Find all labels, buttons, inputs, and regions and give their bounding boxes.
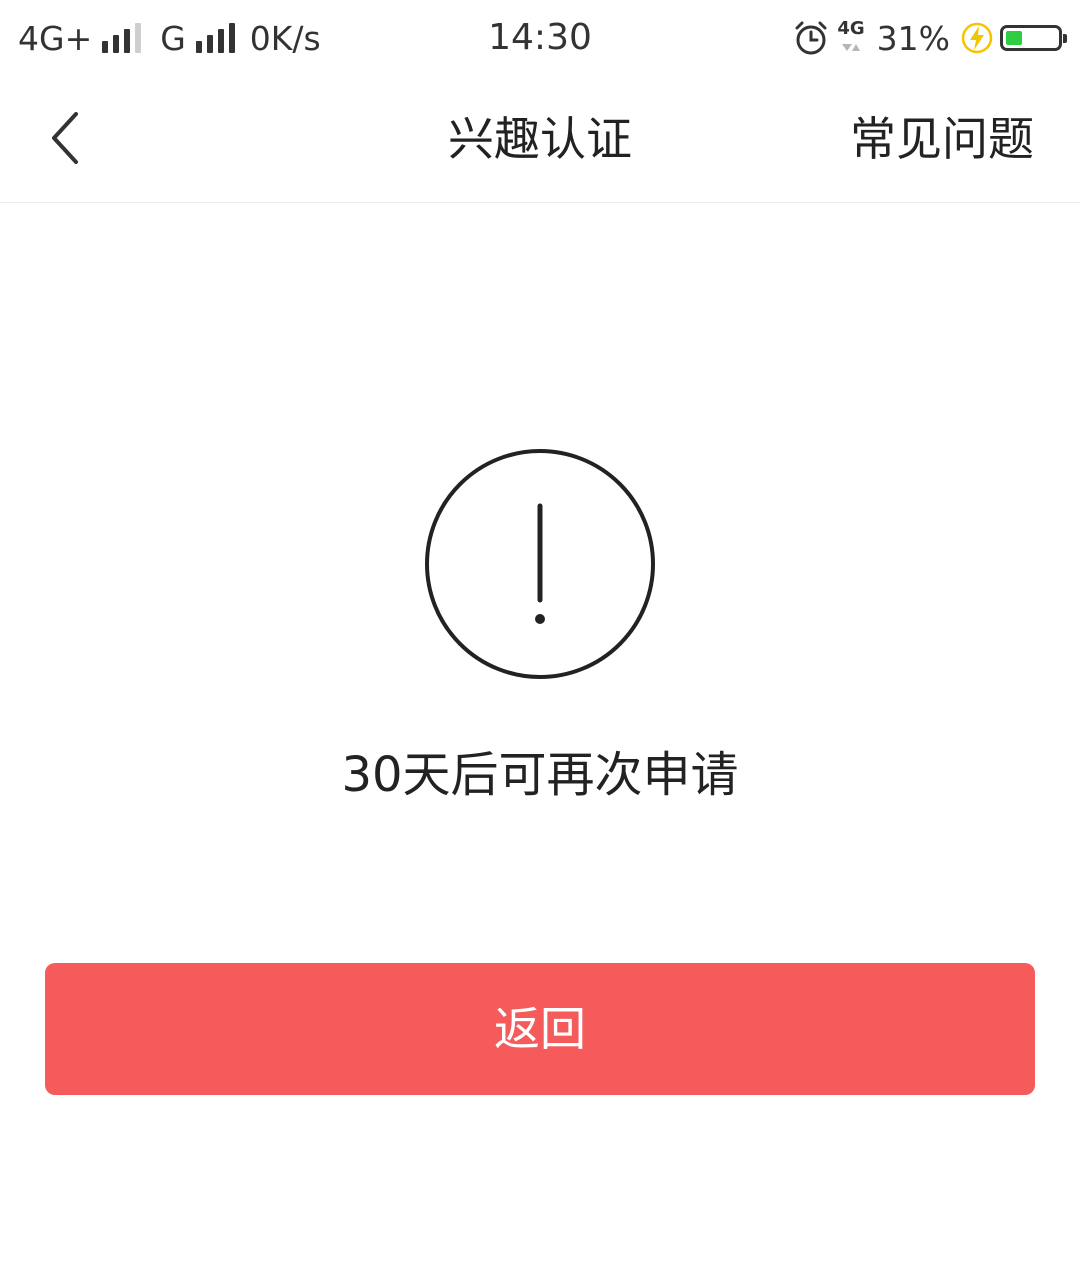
status-bar: 4G+ G 0K/s 14:30 4G 31% [0, 0, 1080, 76]
mobile-data-indicator: 4G [837, 18, 865, 56]
exclamation-circle-icon [425, 449, 655, 679]
alarm-icon [795, 21, 827, 55]
faq-link[interactable]: 常见问题 [850, 76, 1034, 203]
charging-icon [961, 22, 993, 54]
battery-level [1006, 31, 1022, 45]
navigation-bar: 兴趣认证 常见问题 [0, 76, 1080, 203]
data-arrows-icon [841, 44, 860, 51]
status-message: 30天后可再次申请 [341, 747, 739, 803]
status-bar-right: 4G 31% [793, 16, 1067, 60]
battery-icon [1000, 25, 1067, 51]
battery-percent: 31% [876, 18, 950, 58]
mobile-data-label: 4G [837, 18, 865, 39]
return-button[interactable]: 返回 [45, 963, 1035, 1095]
